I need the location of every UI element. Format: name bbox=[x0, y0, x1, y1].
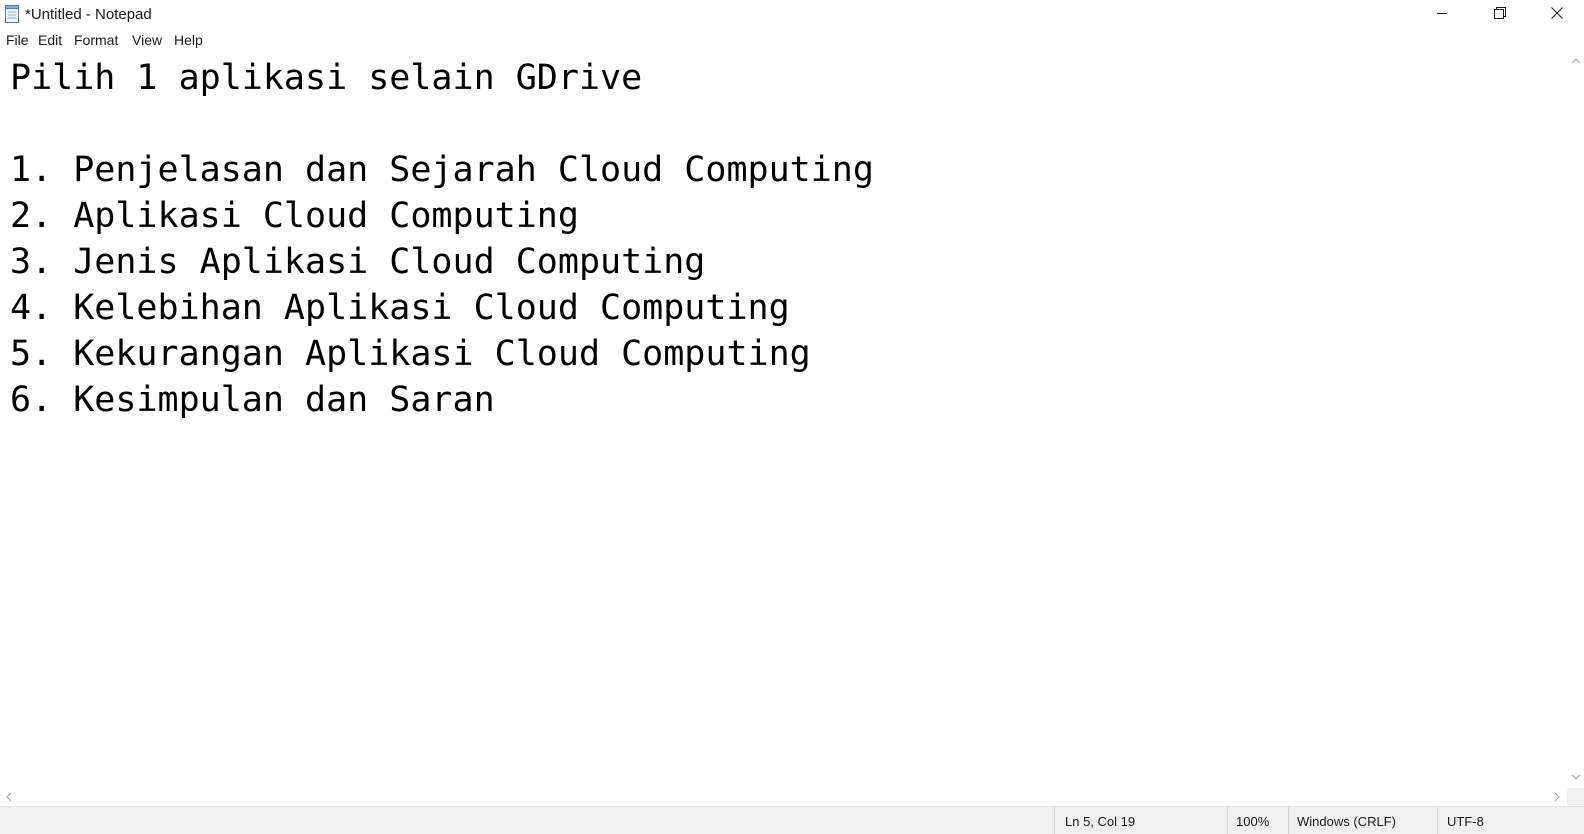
status-bar: Ln 5, Col 19 100% Windows (CRLF) UTF-8 bbox=[0, 806, 1584, 834]
editor-line: 4. Kelebihan Aplikasi Cloud Computing bbox=[10, 288, 790, 328]
close-icon bbox=[1550, 6, 1563, 24]
scroll-up-arrow-icon[interactable] bbox=[1567, 54, 1584, 68]
menu-help[interactable]: Help bbox=[174, 32, 203, 48]
menu-edit[interactable]: Edit bbox=[38, 32, 62, 48]
vertical-scrollbar[interactable] bbox=[1567, 52, 1584, 788]
status-encoding: UTF-8 bbox=[1437, 807, 1584, 834]
menu-file[interactable]: File bbox=[6, 32, 29, 48]
status-cursor-position: Ln 5, Col 19 bbox=[1054, 807, 1227, 834]
scroll-left-arrow-icon[interactable] bbox=[2, 788, 16, 805]
menu-format[interactable]: Format bbox=[74, 32, 118, 48]
scrollbar-corner bbox=[1567, 788, 1584, 805]
editor-line: 2. Aplikasi Cloud Computing bbox=[10, 196, 579, 236]
notepad-window: *Untitled - Notepad File Edit Format Vie… bbox=[0, 0, 1584, 834]
status-position-text: Ln 5, Col 19 bbox=[1065, 814, 1136, 829]
status-line-ending: Windows (CRLF) bbox=[1288, 807, 1437, 834]
scroll-right-arrow-icon[interactable] bbox=[1550, 788, 1564, 805]
restore-button[interactable] bbox=[1471, 0, 1529, 29]
close-button[interactable] bbox=[1529, 0, 1584, 29]
status-line-ending-text: Windows (CRLF) bbox=[1297, 814, 1396, 829]
editor-line: 3. Jenis Aplikasi Cloud Computing bbox=[10, 242, 706, 282]
editor-line: Pilih 1 aplikasi selain GDrive bbox=[10, 58, 643, 98]
minimize-icon bbox=[1436, 6, 1448, 24]
restore-icon bbox=[1494, 6, 1506, 24]
editor-line: 1. Penjelasan dan Sejarah Cloud Computin… bbox=[10, 150, 874, 190]
status-zoom: 100% bbox=[1227, 807, 1288, 834]
editor-line: 6. Kesimpulan dan Saran bbox=[10, 380, 495, 420]
status-zoom-text: 100% bbox=[1236, 814, 1270, 829]
menu-bar: File Edit Format View Help bbox=[0, 29, 1584, 51]
notepad-icon bbox=[4, 5, 20, 23]
horizontal-scrollbar[interactable] bbox=[0, 788, 1567, 805]
window-title: *Untitled - Notepad bbox=[25, 6, 152, 23]
text-editor[interactable]: Pilih 1 aplikasi selain GDrive 1. Penjel… bbox=[0, 52, 1567, 788]
minimize-button[interactable] bbox=[1413, 0, 1471, 29]
status-encoding-text: UTF-8 bbox=[1447, 814, 1484, 829]
menu-view[interactable]: View bbox=[132, 32, 162, 48]
title-bar[interactable]: *Untitled - Notepad bbox=[0, 0, 1584, 29]
editor-line: 5. Kekurangan Aplikasi Cloud Computing bbox=[10, 334, 811, 374]
scroll-down-arrow-icon[interactable] bbox=[1567, 770, 1584, 784]
